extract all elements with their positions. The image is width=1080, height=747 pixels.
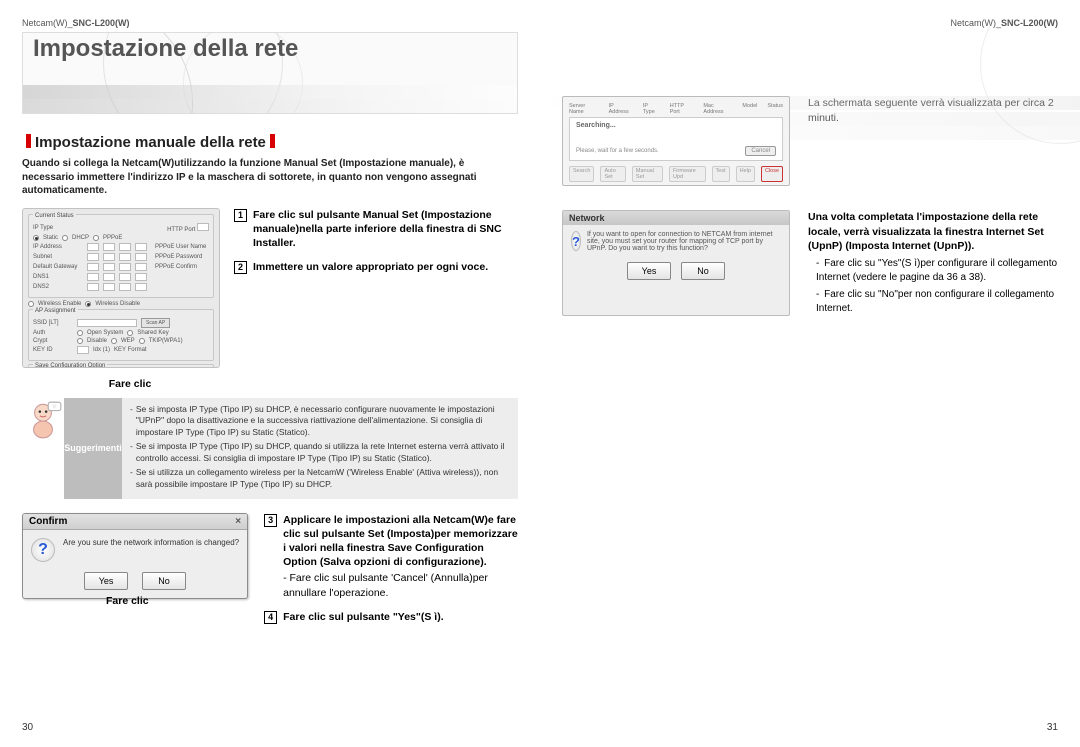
- right-mid-text: Una volta completata l'impostazione dell…: [808, 210, 1058, 316]
- cancel-button[interactable]: Cancel: [745, 146, 776, 156]
- step-1: 1 Fare clic sul pulsante Manual Set (Imp…: [234, 208, 518, 251]
- section-intro: Quando si collega la Netcam(W)utilizzand…: [22, 157, 518, 198]
- installer-searching-screenshot: Server Name IP Address IP Type HTTP Port…: [562, 96, 790, 186]
- network-dialog-body: If you want to open for connection to NE…: [587, 231, 781, 252]
- confirm-message: Are you sure the network information is …: [63, 538, 239, 547]
- network-dialog-title: Network: [563, 211, 789, 225]
- fare-clic-2: Fare clic: [60, 595, 248, 607]
- step-3: 3 Applicare le impostazioni alla Netcam(…: [264, 513, 518, 600]
- page-number-left: 30: [22, 722, 33, 733]
- header-left: Netcam(W)_SNC-L200(W): [22, 18, 518, 28]
- step-2: 2 Immettere un valore appropriato per og…: [234, 260, 518, 274]
- section-title: Impostazione manuale della rete: [22, 134, 518, 151]
- confirm-title: Confirm: [29, 516, 67, 527]
- page-banner: Impostazione della rete: [22, 32, 518, 114]
- tip-item: Se si imposta IP Type (Tipo IP) su DHCP,…: [136, 441, 510, 465]
- confirm-dialog: Confirm × ? Are you sure the network inf…: [22, 513, 248, 599]
- step-4: 4 Fare clic sul pulsante "Yes"(S ì).: [264, 610, 518, 624]
- fare-clic-1: Fare clic: [0, 378, 518, 390]
- no-button[interactable]: No: [681, 262, 725, 280]
- yes-button[interactable]: Yes: [84, 572, 128, 590]
- page-number-right: 31: [1047, 722, 1058, 733]
- yes-button[interactable]: Yes: [627, 262, 671, 280]
- tips-label: Suggerimenti: [64, 398, 122, 499]
- tips-box: Suggerimenti -Se si imposta IP Type (Tip…: [22, 398, 518, 499]
- question-icon: ?: [31, 538, 55, 562]
- tip-item: Se si imposta IP Type (Tipo IP) su DHCP,…: [136, 404, 510, 440]
- banner-title: Impostazione della rete: [33, 35, 298, 63]
- tip-item: Se si utilizza un collegamento wireless …: [136, 467, 510, 491]
- question-icon: ?: [571, 231, 581, 251]
- no-button[interactable]: No: [142, 572, 186, 590]
- close-icon[interactable]: ×: [235, 516, 241, 527]
- settings-screenshot: Current Status IP Type HTTP Port Static …: [22, 208, 220, 368]
- network-dialog: Network ? If you want to open for connec…: [562, 210, 790, 316]
- tips-mascot-icon: [22, 398, 64, 440]
